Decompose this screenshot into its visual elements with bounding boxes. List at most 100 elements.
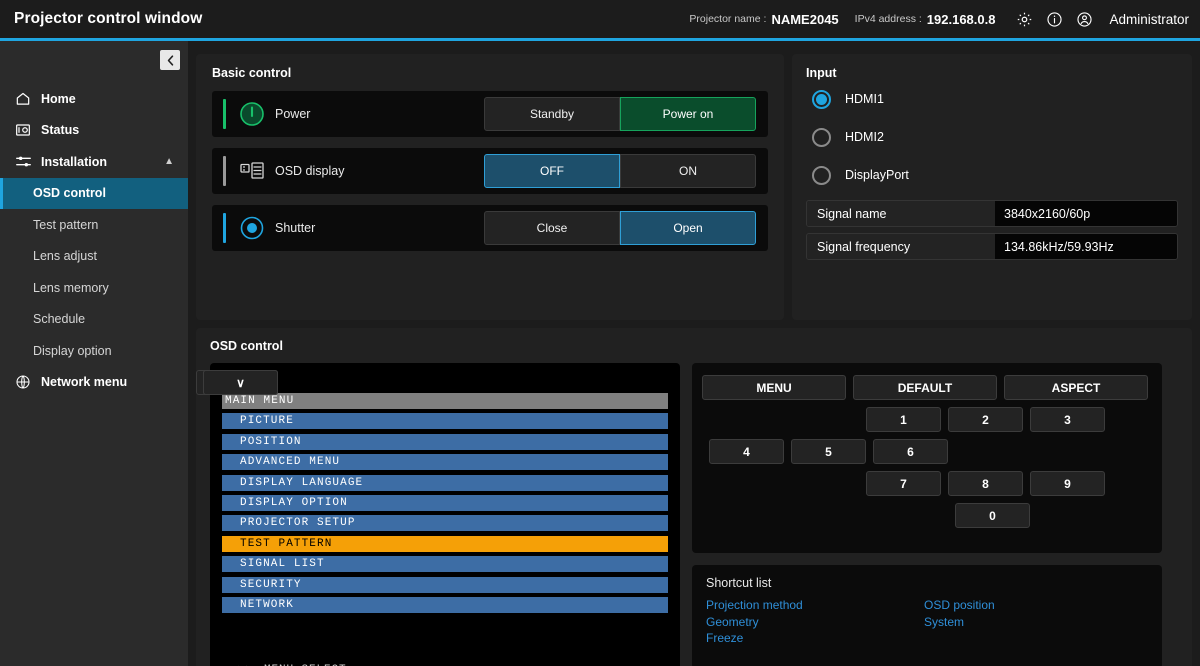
sidebar-item-network-menu[interactable]: Network menu — [0, 367, 188, 399]
osd-menu-item[interactable]: SECURITY — [222, 576, 668, 593]
osd-menu-item-selected[interactable]: TEST PATTERN — [222, 535, 668, 552]
keypad-aspect-button[interactable]: ASPECT — [1004, 375, 1148, 400]
osd-display-accent-bar — [223, 156, 226, 186]
sidebar-item-label: Schedule — [33, 312, 86, 327]
power-control-row: Power Standby Power on — [212, 91, 768, 137]
signal-name-value: 3840x2160/60p — [995, 201, 1177, 226]
power-standby-button[interactable]: Standby — [484, 97, 620, 131]
sliders-icon — [13, 153, 33, 171]
keypad-number-9-button[interactable]: 9 — [1030, 471, 1105, 496]
ipv4-address-value: 192.168.0.8 — [926, 11, 996, 27]
input-option-hdmi1[interactable]: HDMI1 — [806, 80, 1178, 118]
osd-menu-item[interactable]: ADVANCED MENU — [222, 454, 668, 471]
basic-control-panel: Basic control Power Standby Power on OSD… — [196, 54, 784, 320]
radio-icon[interactable] — [812, 165, 831, 185]
keypad-number-4-button[interactable]: 4 — [709, 439, 784, 464]
radio-icon[interactable] — [812, 89, 831, 109]
osd-menu-header: MAIN MENU — [222, 393, 668, 409]
osd-menu-item[interactable]: DISPLAY OPTION — [222, 494, 668, 511]
keypad-number-8-button[interactable]: 8 — [948, 471, 1023, 496]
keypad-number-1-button[interactable]: 1 — [866, 407, 941, 432]
keypad-default-button[interactable]: DEFAULT — [853, 375, 997, 400]
home-icon — [13, 90, 33, 108]
osd-control-title: OSD control — [210, 339, 283, 353]
osd-display-segmented-control: OFF ON — [484, 154, 756, 188]
shutter-segmented-control: Close Open — [484, 211, 756, 245]
osd-display-on-button[interactable]: ON — [620, 154, 756, 188]
keypad-menu-button[interactable]: MENU — [702, 375, 846, 400]
input-option-displayport[interactable]: DisplayPort — [806, 156, 1178, 194]
sidebar-item-osd-control[interactable]: OSD control — [0, 177, 188, 209]
input-option-label: HDMI1 — [845, 92, 884, 106]
sidebar-item-status[interactable]: Status — [0, 115, 188, 147]
basic-control-title: Basic control — [212, 66, 292, 80]
keypad-number-5-button[interactable]: 5 — [791, 439, 866, 464]
user-account-icon[interactable] — [1071, 6, 1097, 32]
ipv4-address-label: IPv4 address : — [854, 13, 922, 25]
sidebar-item-lens-adjust[interactable]: Lens adjust — [0, 241, 188, 273]
sidebar-collapse-button[interactable] — [160, 50, 180, 70]
shortcut-link-freeze[interactable]: Freeze — [706, 630, 924, 647]
osd-menu-item[interactable]: POSITION — [222, 433, 668, 450]
sidebar-item-test-pattern[interactable]: Test pattern — [0, 209, 188, 241]
gear-icon[interactable] — [1011, 6, 1037, 32]
sidebar-item-label: Installation — [41, 154, 107, 169]
shutter-close-button[interactable]: Close — [484, 211, 620, 245]
sidebar-item-home[interactable]: Home — [0, 83, 188, 115]
osd-display-off-button[interactable]: OFF — [484, 154, 620, 188]
osd-control-panel: OSD control Monitor MAIN MENU PICTURE PO… — [196, 328, 1192, 666]
osd-menu-item[interactable]: PROJECTOR SETUP — [222, 515, 668, 532]
osd-menu-item[interactable]: DISPLAY LANGUAGE — [222, 474, 668, 491]
keypad-number-0-button[interactable]: 0 — [955, 503, 1030, 528]
shortcut-list-title: Shortcut list — [706, 576, 772, 590]
keypad-number-3-button[interactable]: 3 — [1030, 407, 1105, 432]
status-icon — [13, 121, 33, 139]
input-option-label: DisplayPort — [845, 168, 909, 182]
shutter-label: Shutter — [275, 221, 316, 235]
shortcut-list-panel: Shortcut list Projection method Geometry… — [692, 565, 1162, 666]
shutter-accent-bar — [223, 213, 226, 243]
user-name-label: Administrator — [1109, 11, 1189, 27]
header-status-area: Projector name : NAME2045 IPv4 address :… — [689, 0, 1189, 38]
sidebar-item-label: Status — [41, 123, 80, 138]
signal-name-row: Signal name 3840x2160/60p — [806, 200, 1178, 227]
shortcut-link-projection-method[interactable]: Projection method — [706, 597, 924, 614]
osd-monitor: Monitor MAIN MENU PICTURE POSITION ADVAN… — [210, 363, 680, 666]
projector-name-value: NAME2045 — [771, 11, 839, 27]
shortcut-column-1: Projection method Geometry Freeze — [706, 597, 924, 647]
sidebar-item-label: Lens memory — [33, 280, 109, 295]
osd-menu-item[interactable]: PICTURE — [222, 413, 668, 430]
input-option-label: HDMI2 — [845, 130, 884, 144]
sidebar-item-schedule[interactable]: Schedule — [0, 304, 188, 336]
power-on-button[interactable]: Power on — [620, 97, 756, 131]
sidebar-item-installation[interactable]: Installation ▲ — [0, 146, 188, 178]
osd-menu-item[interactable]: NETWORK — [222, 596, 668, 613]
keypad-down-button[interactable]: ∨ — [203, 370, 278, 395]
sidebar-item-label: Lens adjust — [33, 249, 97, 264]
shortcut-column-2: OSD position System — [924, 597, 1142, 647]
sidebar-item-display-option[interactable]: Display option — [0, 335, 188, 367]
projector-control-window: Projector control window Projector name … — [0, 0, 1200, 666]
input-option-hdmi2[interactable]: HDMI2 — [806, 118, 1178, 156]
osd-menu-item[interactable]: SIGNAL LIST — [222, 556, 668, 573]
chevron-up-icon: ▲ — [164, 156, 174, 168]
signal-name-label: Signal name — [807, 201, 995, 226]
shortcut-link-geometry[interactable]: Geometry — [706, 614, 924, 631]
main-content: Basic control Power Standby Power on OSD… — [188, 41, 1200, 666]
sidebar-item-lens-memory[interactable]: Lens memory — [0, 272, 188, 304]
shutter-control-row: Shutter Close Open — [212, 205, 768, 251]
sidebar-item-label: Test pattern — [33, 217, 99, 232]
osd-display-control-row: OSD display OFF ON — [212, 148, 768, 194]
power-segmented-control: Standby Power on — [484, 97, 756, 131]
keypad-number-6-button[interactable]: 6 — [873, 439, 948, 464]
keypad-number-2-button[interactable]: 2 — [948, 407, 1023, 432]
keypad-number-7-button[interactable]: 7 — [866, 471, 941, 496]
shortcut-link-osd-position[interactable]: OSD position — [924, 597, 1142, 614]
shutter-open-button[interactable]: Open — [620, 211, 756, 245]
radio-icon[interactable] — [812, 127, 831, 147]
power-label: Power — [275, 107, 311, 121]
input-title: Input — [806, 66, 837, 80]
shortcut-link-system[interactable]: System — [924, 614, 1142, 631]
sidebar-nav: Home Status Installation ▲ OSD control T… — [0, 83, 188, 398]
info-icon[interactable] — [1041, 6, 1067, 32]
